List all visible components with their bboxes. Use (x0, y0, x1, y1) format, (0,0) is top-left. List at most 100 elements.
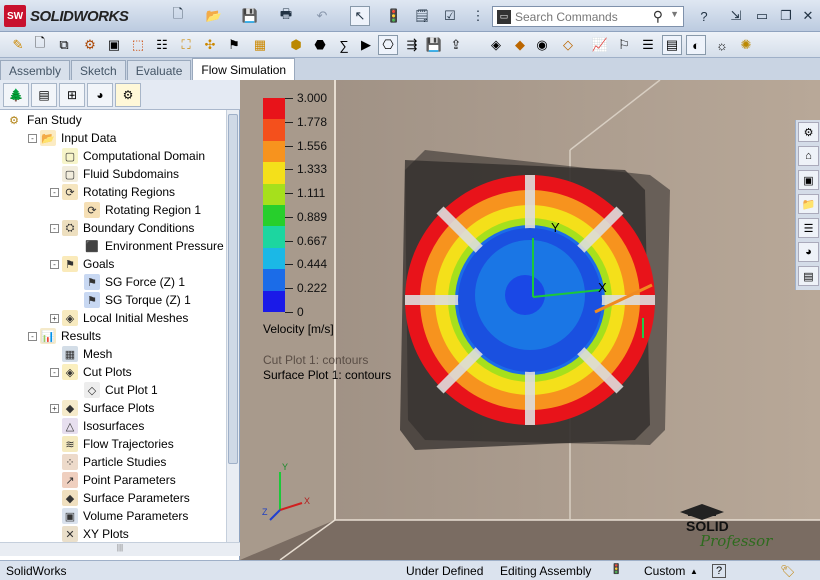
graphics-area[interactable]: Velocity [m/s] Cut Plot 1: contours Surf… (240, 80, 820, 560)
search-icon[interactable]: ⚲ (653, 8, 663, 25)
appearances-icon[interactable]: ◕ (798, 242, 819, 262)
custom-properties-icon[interactable]: ▤ (798, 266, 819, 286)
expand-icon[interactable]: + (50, 403, 59, 413)
settings-sun-icon[interactable]: ✺ (736, 35, 756, 55)
section-view-icon[interactable]: ▥ (441, 80, 453, 86)
tree-item-results[interactable]: - 📊 Results (28, 327, 101, 345)
select-cursor-icon[interactable]: ↖ (350, 6, 370, 26)
boundary-condition-icon[interactable]: ⛶ (176, 35, 196, 55)
goal-icon[interactable]: ⚑ (224, 35, 244, 55)
collapse-icon[interactable]: - (50, 367, 59, 377)
zoom-to-area-icon[interactable]: ⊙ (407, 80, 418, 86)
tree-item-fluid-subdomains[interactable]: ▢ Fluid Subdomains (50, 165, 179, 183)
collapse-icon[interactable]: - (28, 331, 37, 341)
computational-domain-icon[interactable]: ▣ (104, 35, 124, 55)
help-status-icon[interactable]: ? (712, 564, 726, 578)
save-icon[interactable]: 💾 (240, 6, 260, 26)
display-manager-tab-icon[interactable]: ◕ (87, 82, 113, 107)
pin-icon[interactable]: ⇲ (726, 6, 746, 26)
tag-icon[interactable]: 🏷 (780, 564, 795, 578)
undo-icon[interactable]: ↶ (312, 6, 332, 26)
tree-item-cut-plots[interactable]: - ◈ Cut Plots (50, 363, 132, 381)
tree-item-input-data[interactable]: - 📂 Input Data (28, 129, 116, 147)
tree-item-boundary-conditions[interactable]: - ⛭ Boundary Conditions (50, 219, 194, 237)
load-results-icon[interactable]: ⇪ (446, 35, 466, 55)
tree-item-computational-domain[interactable]: ▢ Computational Domain (50, 147, 205, 165)
viewport-close-icon[interactable]: ✕ (762, 80, 772, 81)
display-mode-icon[interactable]: ▤ (662, 35, 682, 55)
hide-show-items-icon[interactable]: ◎ (494, 80, 505, 86)
tree-item-mesh[interactable]: ▦ Mesh (50, 345, 112, 363)
options-icon[interactable]: ☑ (440, 6, 460, 26)
report-tool-icon[interactable]: ☰ (638, 35, 658, 55)
batch-run-icon[interactable]: ⇶ (402, 35, 422, 55)
units-dropdown-icon[interactable]: ▲ (690, 567, 698, 576)
clone-project-icon[interactable]: ⧉ (54, 35, 74, 55)
run-icon[interactable]: ▶ (356, 35, 376, 55)
goal-plot-tool-icon[interactable]: ⚐ (614, 35, 634, 55)
more-options-icon[interactable]: ⋮ (468, 6, 488, 26)
lighting-icon[interactable]: ☼ (712, 35, 732, 55)
tree-vertical-scrollbar[interactable] (226, 110, 239, 542)
tree-item-sg-force-z-1[interactable]: ⚑ SG Force (Z) 1 (72, 273, 185, 291)
tree-item-rotating-regions[interactable]: - ⟳ Rotating Regions (50, 183, 175, 201)
tree-item-flow-trajectories[interactable]: ≋ Flow Trajectories (50, 435, 174, 453)
tree-item-xy-plots[interactable]: ✕ XY Plots (50, 525, 129, 542)
tree-item-surface-plots[interactable]: + ◆ Surface Plots (50, 399, 154, 417)
help-icon[interactable]: ? (694, 6, 714, 26)
view-orientation-icon[interactable]: ◫ (459, 80, 471, 86)
tree-root-fan-study[interactable]: ⚙ Fan Study (6, 111, 82, 129)
general-settings-icon[interactable]: ⚙ (80, 35, 100, 55)
tree-item-cut-plot-1[interactable]: ◇ Cut Plot 1 (72, 381, 158, 399)
solidworks-resources-icon[interactable]: ⚙ (798, 122, 819, 142)
tree-item-goals[interactable]: - ⚑ Goals (50, 255, 114, 273)
units-selector[interactable]: Custom (644, 564, 685, 578)
isosurface-tool-icon[interactable]: ◉ (532, 35, 552, 55)
restore-window-icon[interactable]: ❐ (776, 6, 796, 26)
collapse-icon[interactable]: - (50, 259, 59, 269)
engineering-database-icon[interactable]: ☷ (152, 35, 172, 55)
tree-horizontal-scrollbar[interactable]: ||| (0, 542, 240, 556)
previous-view-icon[interactable]: ↺ (424, 80, 435, 86)
flow-trajectories-tool-icon[interactable]: ◇ (558, 35, 578, 55)
file-explorer-icon[interactable]: ▣ (798, 170, 819, 190)
rebuild-status-icon[interactable]: 🚦 (610, 564, 622, 575)
tab-evaluate[interactable]: Evaluate (126, 60, 192, 80)
wizard-icon[interactable]: ✎ (8, 35, 28, 55)
mesh-settings-icon[interactable]: ▦ (250, 35, 270, 55)
equation-goal-icon[interactable]: ∑ (334, 35, 354, 55)
minimize-window-icon[interactable]: ▭ (752, 6, 772, 26)
flow-analysis-tree-tab-icon[interactable]: ⚙ (115, 82, 141, 107)
tree-item-point-parameters[interactable]: ↗ Point Parameters (50, 471, 176, 489)
tree-item-rotating-region-1[interactable]: ⟳ Rotating Region 1 (72, 201, 201, 219)
tab-flow-simulation[interactable]: Flow Simulation (192, 58, 296, 80)
folder-icon[interactable]: 📁 (798, 194, 819, 214)
monitor-icon[interactable]: ⎔ (378, 35, 398, 55)
close-window-icon[interactable]: ✕ (798, 6, 818, 26)
viewport-restore-icon[interactable]: ❐ (741, 80, 752, 81)
fan-icon[interactable]: ✣ (200, 35, 220, 55)
surface-goal-icon[interactable]: ⬢ (286, 35, 306, 55)
collapse-icon[interactable]: - (50, 187, 59, 197)
file-properties-icon[interactable]: 🗒 (412, 6, 432, 26)
tree-item-sg-torque-z-1[interactable]: ⚑ SG Torque (Z) 1 (72, 291, 191, 309)
view-palette-icon[interactable]: ☰ (798, 218, 819, 238)
volume-goal-icon[interactable]: ⬣ (310, 35, 330, 55)
xy-plot-tool-icon[interactable]: 📈 (590, 35, 610, 55)
print-icon[interactable]: 🖶 (276, 6, 296, 26)
transparency-icon[interactable]: ◐ (686, 35, 706, 55)
tree-item-environment-pressure-1[interactable]: ⬛ Environment Pressure 1 (72, 237, 226, 255)
feature-manager-tab-icon[interactable]: 🌲 (3, 82, 29, 107)
collapse-icon[interactable]: - (50, 223, 59, 233)
rebuild-traffic-light-icon[interactable]: 🚦 (384, 6, 404, 26)
new-document-icon[interactable]: 🗋 (168, 6, 188, 26)
apply-scene-icon[interactable]: ⛰ (525, 80, 536, 86)
app-logo[interactable]: SW SOLIDWORKS (4, 5, 129, 27)
tree-item-local-initial-meshes[interactable]: + ◈ Local Initial Meshes (50, 309, 188, 327)
search-commands-box[interactable]: ▭ Search Commands ⚲ ▼ (492, 6, 684, 27)
tree-item-volume-parameters[interactable]: ▣ Volume Parameters (50, 507, 188, 525)
split-view-icon[interactable]: ⧈ (702, 80, 710, 81)
cut-plot-tool-icon[interactable]: ◈ (486, 35, 506, 55)
expand-icon[interactable]: + (50, 313, 59, 323)
display-style-icon[interactable]: ◻ (477, 80, 488, 86)
